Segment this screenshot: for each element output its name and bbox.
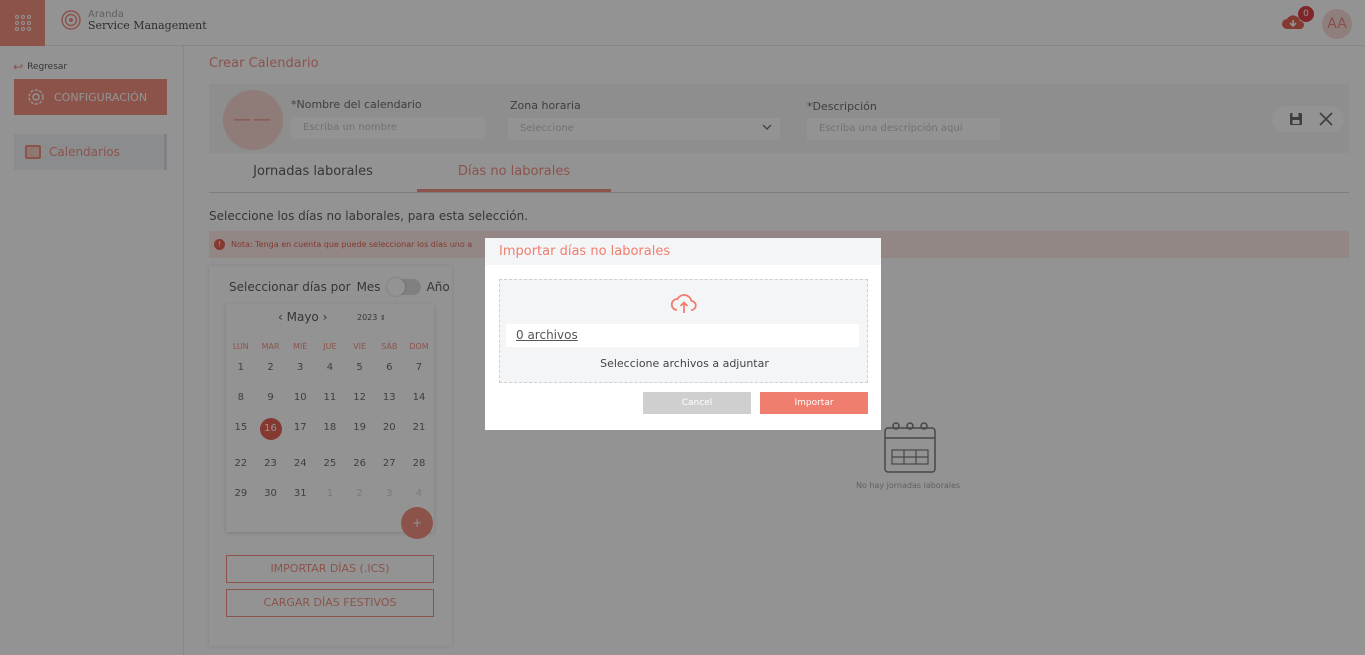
- cancel-button[interactable]: Cancel: [643, 392, 751, 414]
- files-count-link[interactable]: 0 archivos: [516, 328, 578, 342]
- file-dropzone[interactable]: 0 archivos Seleccione archivos a adjunta…: [499, 279, 868, 383]
- files-list: 0 archivos: [506, 324, 859, 347]
- dropzone-hint: Seleccione archivos a adjuntar: [600, 357, 769, 370]
- dialog-title: Importar días no laborales: [485, 238, 881, 265]
- import-dialog: Importar días no laborales 0 archivos Se…: [485, 238, 881, 430]
- cloud-upload-icon[interactable]: [670, 291, 698, 315]
- import-button[interactable]: Importar: [760, 392, 868, 414]
